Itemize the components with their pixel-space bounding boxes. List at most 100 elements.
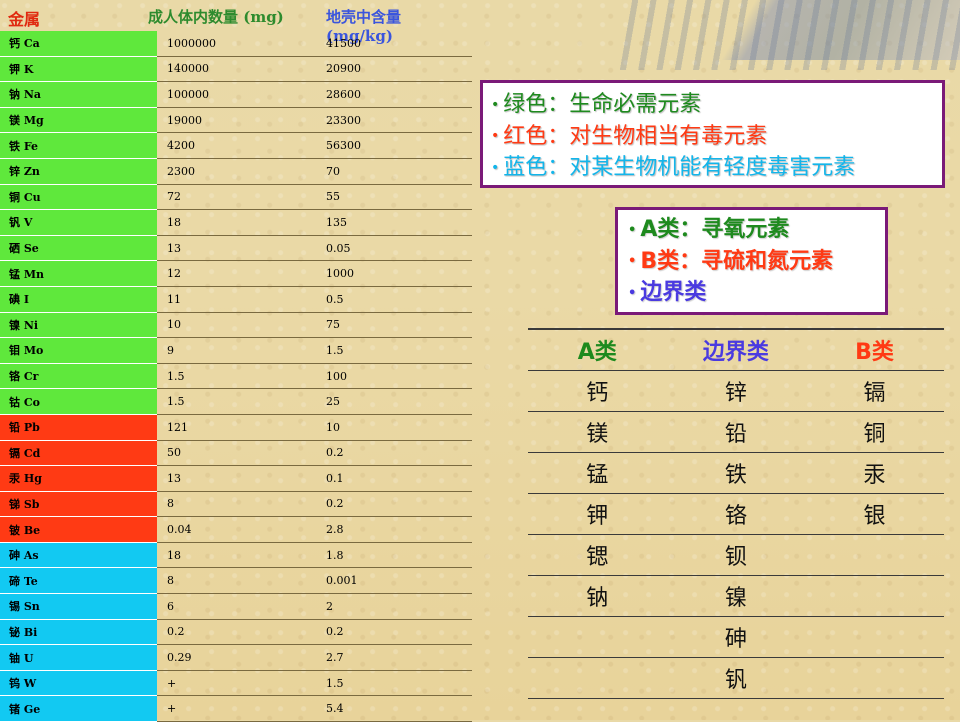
- body-amount-cell: 1000000: [167, 36, 216, 50]
- metal-name-cell: 钠 Na: [0, 82, 157, 107]
- body-amount-cell: 11: [167, 292, 181, 306]
- crust-content-cell: 55: [326, 190, 340, 204]
- body-amount-cell: 0.2: [167, 625, 185, 639]
- classification-row: 钒: [528, 658, 944, 699]
- table-row: 钼 Mo 9 1.5: [0, 338, 472, 364]
- crust-content-cell: 75: [326, 318, 340, 332]
- metal-name-cell: 砷 As: [0, 542, 157, 568]
- classification-row: 钾铬银: [528, 494, 944, 535]
- body-amount-cell: 4200: [167, 139, 195, 153]
- crust-content-cell: 0.2: [326, 497, 344, 511]
- body-amount-cell: 6: [167, 599, 174, 613]
- body-amount-cell: 19000: [167, 113, 202, 127]
- bullet-icon: •: [491, 159, 500, 176]
- classification-cell: 砷: [724, 626, 747, 652]
- body-amount-cell: 50: [167, 446, 181, 460]
- crust-content-cell: 0.1: [326, 471, 344, 485]
- crust-content-cell: 25: [326, 395, 340, 409]
- table-row: 镁 Mg 19000 23300: [0, 107, 472, 134]
- classification-cell: 铅: [724, 421, 747, 447]
- bullet-icon: •: [628, 222, 637, 238]
- body-amount-cell: 9: [167, 343, 174, 357]
- legend-item: • A类：寻氧元素: [628, 214, 885, 246]
- table-row: 砷 As 18 1.8: [0, 542, 472, 569]
- body-amount-cell: 8: [167, 497, 174, 511]
- metal-name-cell: 钴 Co: [0, 389, 157, 414]
- table-row: 碘 I 11 0.5: [0, 286, 472, 313]
- table-row: 锌 Zn 2300 70: [0, 158, 472, 185]
- metal-name-cell: 铅 Pb: [0, 414, 157, 440]
- bullet-icon: •: [491, 96, 500, 113]
- classification-row: 锶钡: [528, 535, 944, 576]
- body-amount-cell: +: [167, 676, 177, 690]
- crust-content-cell: 20900: [326, 62, 361, 76]
- body-amount-cell: 10: [167, 318, 181, 332]
- metal-name-cell: 碘 I: [0, 286, 157, 312]
- legend-item: • 边界类: [628, 277, 885, 309]
- body-amount-cell: 0.04: [167, 523, 192, 537]
- crust-content-cell: 28600: [326, 87, 361, 101]
- metal-name-cell: 硒 Se: [0, 235, 157, 261]
- body-amount-cell: 18: [167, 548, 181, 562]
- crust-content-cell: 2.8: [326, 523, 344, 537]
- table-row: 钾 K 140000 20900: [0, 56, 472, 83]
- crust-content-cell: 1.5: [326, 343, 344, 357]
- legend-item-text: 边界类: [640, 280, 707, 305]
- body-amount-cell: 13: [167, 471, 181, 485]
- body-amount-cell: 121: [167, 420, 188, 434]
- crust-content-cell: 70: [326, 164, 340, 178]
- body-amount-cell: 12: [167, 267, 181, 281]
- table-row: 钨 W +1.5: [0, 670, 472, 697]
- classification-header-row: A类 边界类 B类: [528, 330, 944, 371]
- crust-content-cell: 100: [326, 369, 347, 383]
- body-amount-cell: 8: [167, 574, 174, 588]
- classification-cell: 镁: [586, 421, 609, 447]
- legend-item: • 蓝色：对某生物机能有轻度毒害元素: [491, 152, 942, 184]
- crust-content-cell: 0.2: [326, 625, 344, 639]
- metal-name-cell: 钾 K: [0, 56, 157, 82]
- classification-cell: 铜: [863, 421, 886, 447]
- classification-table: A类 边界类 B类 钙锌镉镁铅铜锰铁汞钾铬银锶钡钠镍砷钒: [528, 328, 944, 699]
- metal-name-cell: 汞 Hg: [0, 466, 157, 491]
- table-row: 钠 Na 100000 28600: [0, 82, 472, 108]
- metal-name-cell: 铀 U: [0, 645, 157, 670]
- table-row: 镉 Cd 50 0.2: [0, 440, 472, 467]
- body-amount-cell: 2300: [167, 164, 195, 178]
- legend-item-text: 红色：对生物相当有毒元素: [503, 123, 768, 149]
- table-row: 铁 Fe 4200 56300: [0, 133, 472, 159]
- metal-name-cell: 铁 Fe: [0, 133, 157, 158]
- table-row: 锑 Sb 8 0.2: [0, 491, 472, 518]
- classification-cell: 铁: [724, 462, 747, 488]
- metal-content-table: 金属 成人体内数量 (mg) 地壳中含量 (mg/kg) 钙 Ca 1000000…: [0, 0, 472, 722]
- legend-item: • 绿色：生命必需元素: [491, 89, 942, 121]
- table-row: 钒 V 18 135: [0, 210, 472, 236]
- metal-name-cell: 锑 Sb: [0, 491, 157, 517]
- bullet-icon: •: [628, 285, 637, 301]
- classification-cell: 锌: [724, 380, 747, 406]
- body-amount-cell: 140000: [167, 62, 209, 76]
- metal-name-cell: 锗 Ge: [0, 696, 157, 722]
- body-amount-cell: 100000: [167, 87, 209, 101]
- classification-cell: 锶: [586, 544, 609, 570]
- crust-content-cell: 0.5: [326, 292, 344, 306]
- bullet-icon: •: [628, 254, 637, 269]
- legend-item: • 红色：对生物相当有毒元素: [491, 121, 942, 153]
- table-row: 锗 Ge +5.4: [0, 696, 472, 722]
- metal-name-cell: 锰 Mn: [0, 261, 157, 286]
- metal-name-cell: 钼 Mo: [0, 338, 157, 363]
- crust-content-cell: 1.5: [326, 676, 344, 690]
- classification-cell: 钾: [586, 503, 609, 529]
- table-row: 铜 Cu 72 55: [0, 184, 472, 211]
- table-row: 钙 Ca 1000000 41500: [0, 31, 472, 57]
- body-amount-cell: 18: [167, 215, 181, 229]
- metal-name-cell: 镉 Cd: [0, 440, 157, 466]
- legend-item-text: A类：寻氧元素: [640, 217, 790, 242]
- header-metal: 金属: [8, 10, 41, 29]
- classification-cell: 钡: [724, 544, 747, 570]
- table-row: 碲 Te 8 0.001: [0, 568, 472, 595]
- classification-cell: 镍: [724, 585, 747, 611]
- metal-name-cell: 铬 Cr: [0, 363, 157, 389]
- crust-content-cell: 56300: [326, 139, 361, 153]
- classification-row: 砷: [528, 617, 944, 658]
- classification-cell: 钒: [724, 667, 747, 693]
